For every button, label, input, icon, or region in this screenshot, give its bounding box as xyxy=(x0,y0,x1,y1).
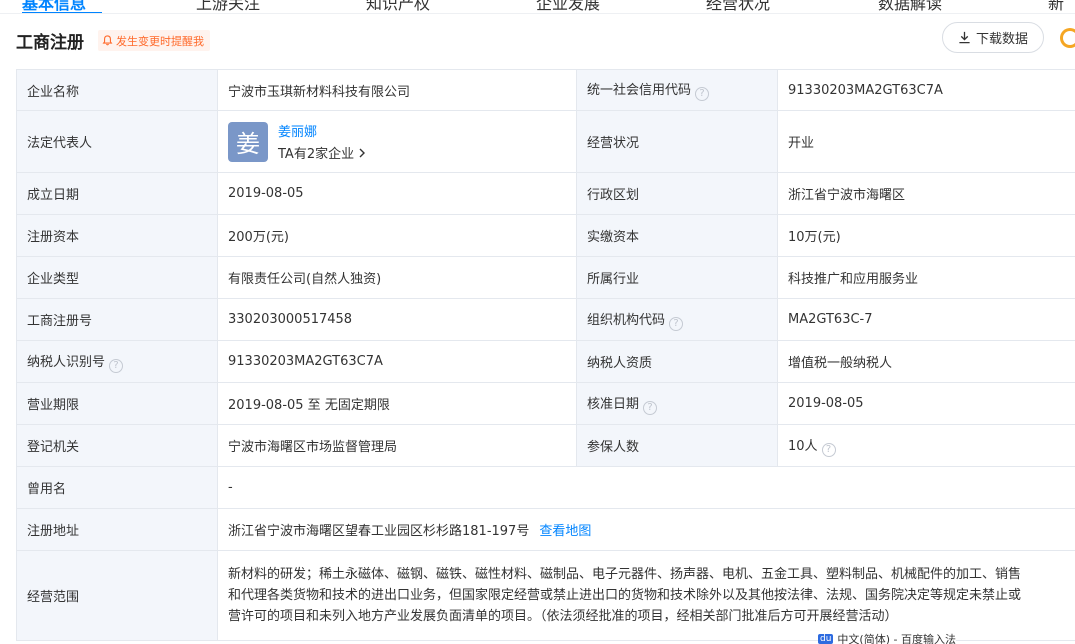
insured-cell: 10人? xyxy=(777,424,1075,467)
ime-logo: du xyxy=(818,634,834,644)
reg-no-label: 工商注册号 xyxy=(16,298,218,341)
former-name-value: - xyxy=(217,466,1075,509)
founded-value: 2019-08-05 xyxy=(217,172,577,215)
taxpayer-qual-value: 增值税一般纳税人 xyxy=(777,340,1075,383)
address-label: 注册地址 xyxy=(16,508,218,551)
reg-no-value: 330203000517458 xyxy=(217,298,577,341)
table-row: 纳税人识别号? 91330203MA2GT63C7A 纳税人资质 增值税一般纳税… xyxy=(16,340,1075,383)
help-icon[interactable]: ? xyxy=(643,400,658,415)
term-label: 营业期限 xyxy=(16,382,218,425)
tab-upstream[interactable]: 上游关注 xyxy=(196,0,260,13)
legal-rep-companies-link[interactable]: TA有2家企业 xyxy=(278,143,366,162)
business-registration-table: 企业名称 宁波市玉琪新材料科技有限公司 统一社会信用代码? 91330203MA… xyxy=(16,69,1075,641)
reg-capital-value: 200万(元) xyxy=(217,214,577,257)
table-row: 经营范围 新材料的研发；稀土永磁体、磁钢、磁铁、磁性材料、磁制品、电子元器件、扬… xyxy=(16,550,1075,641)
active-tab-indicator xyxy=(22,12,102,13)
assistant-icon[interactable] xyxy=(1060,28,1075,48)
taxpayer-id-value: 91330203MA2GT63C7A xyxy=(217,340,577,383)
table-row: 营业期限 2019-08-05 至 无固定期限 核准日期? 2019-08-05 xyxy=(16,382,1075,425)
ime-indicator[interactable]: du 中文(简体) - 百度输入法 xyxy=(818,632,956,644)
tab-new[interactable]: 新 xyxy=(1048,0,1064,13)
org-code-label: 组织机构代码? xyxy=(576,298,778,341)
region-label: 行政区划 xyxy=(576,172,778,215)
view-map-link[interactable]: 查看地图 xyxy=(539,524,591,539)
download-label: 下载数据 xyxy=(975,32,1028,47)
section-header: 工商注册 发生变更时提醒我 下载数据 xyxy=(0,22,1075,58)
insured-value: 10人 xyxy=(788,438,818,454)
download-data-button[interactable]: 下载数据 xyxy=(942,22,1044,53)
scope-line: 和代理各类货物和技术的进出口业务，但国家限定经营或禁止进出口的货物和技术除外以及… xyxy=(228,588,1022,603)
taxpayer-qual-label: 纳税人资质 xyxy=(576,340,778,383)
table-row: 注册资本 200万(元) 实缴资本 10万(元) xyxy=(16,214,1075,257)
address-cell: 浙江省宁波市海曙区望春工业园区杉杉路181-197号 查看地图 xyxy=(217,508,1075,551)
org-code-value: MA2GT63C-7 xyxy=(777,298,1075,341)
address-value: 浙江省宁波市海曙区望春工业园区杉杉路181-197号 xyxy=(228,524,530,539)
term-value: 2019-08-05 至 无固定期限 xyxy=(217,382,577,425)
bell-icon xyxy=(102,35,113,46)
approval-value: 2019-08-05 xyxy=(777,382,1075,425)
region-value: 浙江省宁波市海曙区 xyxy=(777,172,1075,215)
table-row: 注册地址 浙江省宁波市海曙区望春工业园区杉杉路181-197号 查看地图 xyxy=(16,508,1075,551)
legal-rep-name-link[interactable]: 姜丽娜 xyxy=(278,121,366,140)
table-row: 企业名称 宁波市玉琪新材料科技有限公司 统一社会信用代码? 91330203MA… xyxy=(16,69,1075,111)
chevron-right-icon xyxy=(359,148,366,158)
authority-label: 登记机关 xyxy=(16,424,218,467)
scope-line: 营许可的项目和未列入地方产业发展负面清单的项目。（依法须经批准的项目，经相关部门… xyxy=(228,609,898,624)
industry-label: 所属行业 xyxy=(576,256,778,299)
tab-operation[interactable]: 经营状况 xyxy=(706,0,770,13)
founded-label: 成立日期 xyxy=(16,172,218,215)
reg-capital-label: 注册资本 xyxy=(16,214,218,257)
company-name-value: 宁波市玉琪新材料科技有限公司 xyxy=(217,69,577,111)
insured-label: 参保人数 xyxy=(576,424,778,467)
scope-label: 经营范围 xyxy=(16,550,218,641)
type-value: 有限责任公司(自然人独资) xyxy=(217,256,577,299)
table-row: 企业类型 有限责任公司(自然人独资) 所属行业 科技推广和应用服务业 xyxy=(16,256,1075,299)
status-value: 开业 xyxy=(777,110,1075,173)
legal-rep-cell: 姜 姜丽娜 TA有2家企业 xyxy=(217,110,577,173)
section-title: 工商注册 xyxy=(16,33,84,53)
legal-rep-label: 法定代表人 xyxy=(16,110,218,173)
help-icon[interactable]: ? xyxy=(695,87,710,101)
change-alert-label: 发生变更时提醒我 xyxy=(116,34,204,48)
tab-ip[interactable]: 知识产权 xyxy=(366,0,430,13)
industry-value: 科技推广和应用服务业 xyxy=(777,256,1075,299)
taxpayer-id-label: 纳税人识别号? xyxy=(16,340,218,383)
change-alert-button[interactable]: 发生变更时提醒我 xyxy=(98,30,210,51)
ime-label: 中文(简体) - 百度输入法 xyxy=(837,633,956,644)
table-row: 曾用名 - xyxy=(16,466,1075,509)
download-icon xyxy=(959,31,970,44)
help-icon[interactable]: ? xyxy=(821,442,836,457)
avatar[interactable]: 姜 xyxy=(228,121,268,162)
table-row: 成立日期 2019-08-05 行政区划 浙江省宁波市海曙区 xyxy=(16,172,1075,215)
help-icon[interactable]: ? xyxy=(669,316,684,331)
approval-label: 核准日期? xyxy=(576,382,778,425)
credit-code-label: 统一社会信用代码? xyxy=(576,69,778,111)
scope-line: 新材料的研发；稀土永磁体、磁钢、磁铁、磁性材料、磁制品、电子元器件、扬声器、电机… xyxy=(228,567,1022,582)
table-row: 法定代表人 姜 姜丽娜 TA有2家企业 经营状况 开业 xyxy=(16,110,1075,173)
status-label: 经营状况 xyxy=(576,110,778,173)
company-name-label: 企业名称 xyxy=(16,69,218,111)
paid-capital-label: 实缴资本 xyxy=(576,214,778,257)
type-label: 企业类型 xyxy=(16,256,218,299)
table-row: 登记机关 宁波市海曙区市场监督管理局 参保人数 10人? xyxy=(16,424,1075,467)
table-row: 工商注册号 330203000517458 组织机构代码? MA2GT63C-7 xyxy=(16,298,1075,341)
top-tab-bar: 基本信息 上游关注 知识产权 企业发展 经营状况 数据解读 新 xyxy=(0,0,1075,14)
scope-value: 新材料的研发；稀土永磁体、磁钢、磁铁、磁性材料、磁制品、电子元器件、扬声器、电机… xyxy=(217,550,1075,641)
help-icon[interactable]: ? xyxy=(109,358,124,373)
paid-capital-value: 10万(元) xyxy=(777,214,1075,257)
credit-code-value: 91330203MA2GT63C7A xyxy=(777,69,1075,111)
tab-data[interactable]: 数据解读 xyxy=(878,0,942,13)
former-name-label: 曾用名 xyxy=(16,466,218,509)
authority-value: 宁波市海曙区市场监督管理局 xyxy=(217,424,577,467)
tab-development[interactable]: 企业发展 xyxy=(536,0,600,13)
